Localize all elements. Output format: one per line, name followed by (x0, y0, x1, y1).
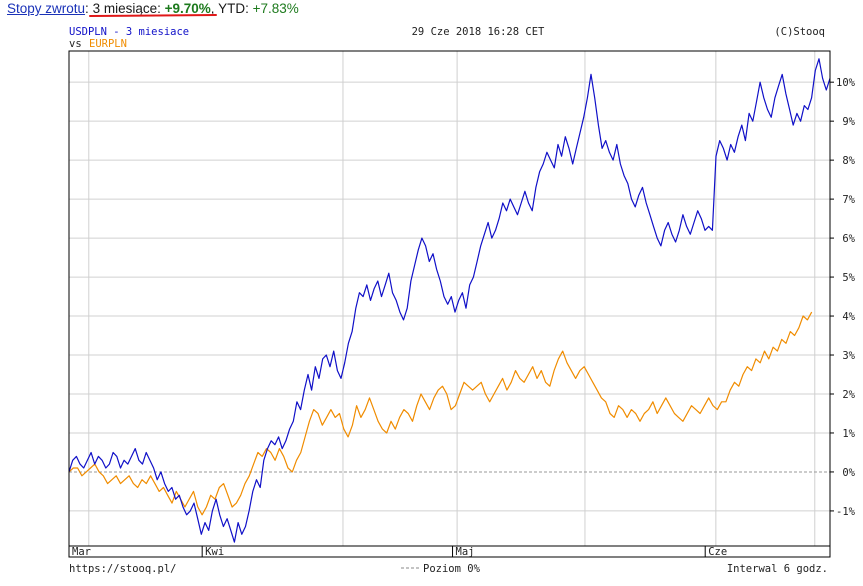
y-tick-label: 1% (842, 428, 855, 440)
x-axis: Mar Kwi Maj Cze (68, 546, 727, 558)
compare-series-label: EURPLN (89, 38, 127, 50)
chart-timestamp: 29 Cze 2018 16:28 CET (412, 26, 545, 38)
y-tick-label: 6% (842, 233, 855, 245)
series-line-eurpln (68, 311, 813, 516)
y-axis: 10% 9% 8% 7% 6% 5% 4% 3% 2% 1% 0% -1% (830, 77, 856, 518)
y-tick-label: 5% (842, 272, 855, 284)
level-legend-label: Poziom 0% (423, 563, 481, 575)
y-tick-label: 10% (836, 77, 856, 89)
x-tick-label: Cze (708, 546, 727, 558)
y-tick-label: 9% (842, 116, 855, 128)
y-tick-label: 7% (842, 194, 855, 206)
price-chart: USDPLN - 3 miesiace vs EURPLN 29 Cze 201… (68, 14, 856, 575)
y-tick-label: 8% (842, 155, 855, 167)
x-tick-label: Maj (456, 546, 475, 558)
y-tick-label: 2% (842, 389, 855, 401)
y-tick-label: -1% (836, 506, 856, 518)
y-tick-label: 4% (842, 311, 855, 323)
x-tick-label: Mar (72, 546, 91, 558)
chart-series-title: USDPLN - 3 miesiace (69, 26, 189, 38)
copyright-label: (C)Stooq (774, 26, 825, 38)
source-url[interactable]: https://stooq.pl/ (69, 563, 176, 575)
x-tick-label: Kwi (205, 546, 224, 558)
y-tick-label: 3% (842, 350, 855, 362)
vs-label: vs (69, 38, 82, 50)
period-underline (89, 14, 217, 17)
interval-label: Interwal 6 godz. (727, 563, 828, 575)
y-tick-label: 0% (842, 467, 855, 479)
